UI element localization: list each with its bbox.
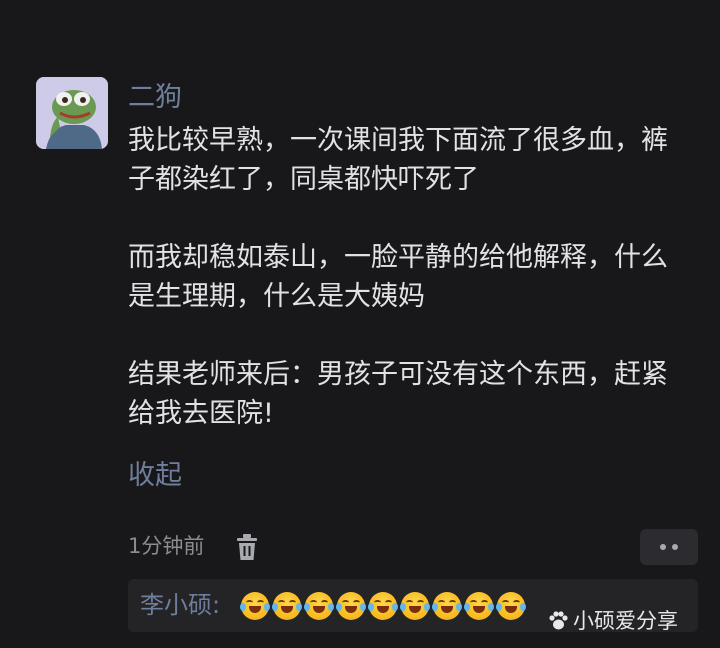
reply-author[interactable]: 李小硕: [140, 588, 220, 622]
paw-icon [549, 611, 568, 630]
laughing-emoji-icon [432, 592, 462, 620]
comment-paragraph: 我比较早熟，一次课间我下面流了很多血，裤子都染红了，同桌都快吓死了 [128, 125, 668, 195]
laughing-emoji-icon [272, 592, 302, 620]
comment-paragraph: 结果老师来后：男孩子可没有这个东西，赶紧给我去医院! [128, 359, 668, 429]
watermark: 小硕爱分享 [547, 607, 678, 635]
comment-timestamp: 1分钟前 [128, 534, 205, 558]
trash-icon [237, 534, 257, 560]
comment-paragraph: 而我却稳如泰山，一脸平静的给他解释，什么是生理期，什么是大姨妈 [128, 242, 668, 312]
laughing-emoji-icon [368, 592, 398, 620]
frog-avatar-image [36, 77, 108, 149]
laughing-emoji-icon [496, 592, 526, 620]
laughing-emoji-icon [304, 592, 334, 620]
comment-body: 我比较早熟，一次课间我下面流了很多血，裤子都染红了，同桌都快吓死了 而我却稳如泰… [128, 121, 688, 433]
laughing-emoji-icon [240, 592, 270, 620]
collapse-link[interactable]: 收起 [128, 457, 182, 495]
reply-emoji-row [240, 592, 526, 620]
comment-username[interactable]: 二狗 [128, 80, 182, 116]
more-dots-icon [660, 544, 666, 550]
laughing-emoji-icon [464, 592, 494, 620]
delete-button[interactable] [233, 532, 261, 562]
user-avatar[interactable] [36, 77, 108, 149]
watermark-text: 小硕爱分享 [573, 609, 678, 633]
laughing-emoji-icon [336, 592, 366, 620]
laughing-emoji-icon [400, 592, 430, 620]
more-options-button[interactable] [640, 529, 698, 565]
more-dots-icon [672, 544, 678, 550]
